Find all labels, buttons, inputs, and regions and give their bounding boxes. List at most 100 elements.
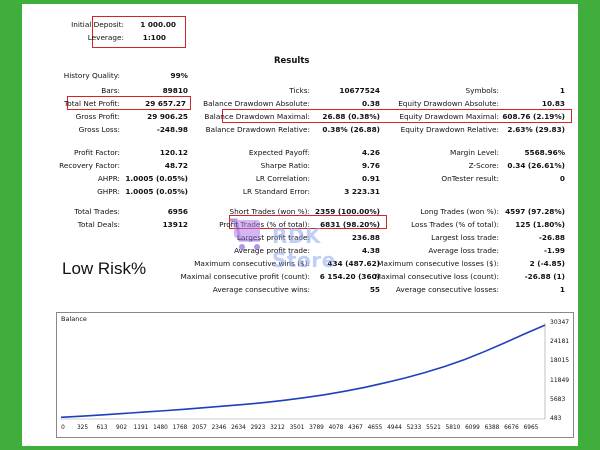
bars-value: 89810 [162, 86, 188, 95]
x-tick-label: 3212 [270, 425, 285, 431]
maximal-consec-loss-label: Maximal consecutive loss (count): [374, 272, 499, 281]
z-score-label: Z-Score: [468, 161, 499, 170]
x-tick-label: 1768 [172, 425, 188, 431]
total-net-profit-label: Total Net Profit: [64, 99, 120, 108]
x-tick-label: 6676 [504, 425, 519, 431]
y-tick-label: 18015 [550, 357, 570, 365]
ontester-value: 0 [559, 174, 565, 183]
gross-loss-label: Gross Loss: [78, 125, 120, 134]
loss-trades-value: 125 (1.80%) [515, 220, 565, 229]
x-tick-label: 6388 [484, 425, 500, 431]
balance-dd-rel-label: Balance Drawdown Relative: [205, 125, 310, 134]
max-consec-losses-value: 2 (-4.85) [529, 259, 565, 268]
short-trades-label: Short Trades (won %): [229, 207, 310, 216]
initial-deposit-label: Initial Deposit: [71, 20, 124, 29]
equity-dd-abs-value: 10.83 [541, 99, 565, 108]
report-sheet: Initial Deposit: 1 000.00 Leverage: 1:10… [22, 4, 578, 446]
balance-dd-rel-value: 0.38% (26.88) [322, 125, 380, 134]
lr-correlation-label: LR Correlation: [255, 174, 310, 183]
ticks-value: 10677524 [339, 86, 380, 95]
watermark-text: RDK Store [272, 224, 336, 272]
avg-consec-wins-label: Average consecutive wins: [212, 285, 310, 294]
lr-std-error-value: 3 223.31 [344, 187, 380, 196]
x-tick-label: 4655 [367, 425, 383, 431]
margin-level-value: 5568.96% [524, 148, 565, 157]
ticks-label: Ticks: [289, 86, 310, 95]
ahpr-value: 1.0005 (0.05%) [125, 174, 188, 183]
y-tick-label: 24181 [550, 338, 570, 346]
maximal-consec-profit-label: Maximal consecutive profit (count): [180, 272, 310, 281]
loss-trades-label: Loss Trades (% of total): [411, 220, 499, 229]
x-tick-label: 2346 [211, 425, 227, 431]
total-net-profit-value: 29 657.27 [145, 99, 186, 108]
ahpr-label: AHPR: [97, 174, 120, 183]
y-tick-label: 483 [550, 415, 562, 422]
x-tick-label: 3501 [289, 425, 305, 431]
history-quality-label: History Quality: [63, 71, 120, 80]
y-tick-label: 5683 [550, 395, 566, 403]
maximal-consec-profit-value: 6 154.20 (360) [319, 272, 380, 281]
x-tick-label: 1480 [153, 425, 168, 431]
balance-dd-max-value: 26.88 (0.38%) [322, 112, 380, 121]
avg-loss-label: Average loss trade: [428, 246, 499, 255]
avg-consec-wins-value: 55 [369, 285, 380, 294]
equity-dd-rel-value: 2.63% (29.83) [507, 125, 565, 134]
y-tick-label: 30347 [550, 319, 570, 326]
x-tick-label: 0 [61, 425, 65, 431]
x-tick-label: 1191 [133, 425, 149, 431]
lr-correlation-value: 0.91 [361, 174, 380, 183]
x-tick-label: 5521 [426, 425, 441, 431]
x-tick-label: 2057 [192, 425, 207, 431]
balance-dd-max-label: Balance Drawdown Maximal: [204, 112, 310, 121]
recovery-factor-value: 48.72 [164, 161, 188, 170]
x-tick-label: 613 [96, 425, 108, 431]
equity-dd-abs-label: Equity Drawdown Absolute: [398, 99, 499, 108]
leverage-label: Leverage: [87, 33, 124, 42]
x-tick-label: 5233 [406, 425, 422, 431]
bars-label: Bars: [101, 86, 120, 95]
balance-chart: Balance 30347 24181 18015 11849 5683 483 0 325… [56, 312, 574, 438]
largest-loss-label: Largest loss trade: [431, 233, 499, 242]
x-tick-label: 6099 [465, 425, 480, 431]
x-tick-label: 4078 [328, 425, 344, 431]
short-trades-value: 2359 (100.00%) [315, 207, 380, 216]
expected-payoff-value: 4.26 [361, 148, 380, 157]
avg-consec-losses-label: Average consecutive losses: [395, 285, 499, 294]
lr-std-error-label: LR Standard Error: [242, 187, 310, 196]
equity-dd-max-value: 608.76 (2.19%) [502, 112, 565, 121]
balance-line [60, 324, 546, 419]
margin-level-label: Margin Level: [450, 148, 499, 157]
ghpr-label: GHPR: [97, 187, 120, 196]
balance-dd-abs-label: Balance Drawdown Absolute: [203, 99, 310, 108]
largest-loss-value: -26.88 [538, 233, 565, 242]
ontester-label: OnTester result: [441, 174, 499, 183]
x-tick-label: 2923 [250, 425, 266, 431]
y-tick-label: 11849 [550, 376, 570, 384]
total-deals-value: 13912 [162, 220, 188, 229]
avg-consec-losses-value: 1 [559, 285, 565, 294]
profit-factor-value: 120.12 [159, 148, 188, 157]
z-score-value: 0.34 (26.61%) [507, 161, 565, 170]
maximal-consec-loss-value: -26.88 (1) [524, 272, 565, 281]
balance-chart-svg [60, 323, 546, 420]
x-tick-label: 3789 [309, 425, 324, 431]
x-tick-label: 4944 [387, 425, 402, 431]
profit-factor-label: Profit Factor: [73, 148, 120, 157]
total-trades-label: Total Trades: [74, 207, 120, 216]
x-tick-label: 2634 [231, 425, 246, 431]
x-tick-label: 902 [115, 425, 128, 431]
gross-profit-label: Gross Profit: [75, 112, 120, 121]
balance-dd-abs-value: 0.38 [361, 99, 380, 108]
total-trades-value: 6956 [167, 207, 188, 216]
equity-dd-rel-label: Equity Drawdown Relative: [400, 125, 499, 134]
low-risk-annotation: Low Risk% [62, 259, 147, 278]
sharpe-ratio-value: 9.76 [361, 161, 380, 170]
x-tick-label: 4367 [348, 425, 363, 431]
x-tick-label: 5810 [445, 425, 461, 431]
initial-deposit-value: 1 000.00 [140, 20, 176, 29]
sharpe-ratio-label: Sharpe Ratio: [260, 161, 310, 170]
avg-loss-value: -1.99 [543, 246, 565, 255]
expected-payoff-label: Expected Payoff: [248, 148, 310, 157]
max-consec-losses-label: Maximum consecutive losses ($): [377, 259, 499, 268]
total-deals-label: Total Deals: [77, 220, 120, 229]
